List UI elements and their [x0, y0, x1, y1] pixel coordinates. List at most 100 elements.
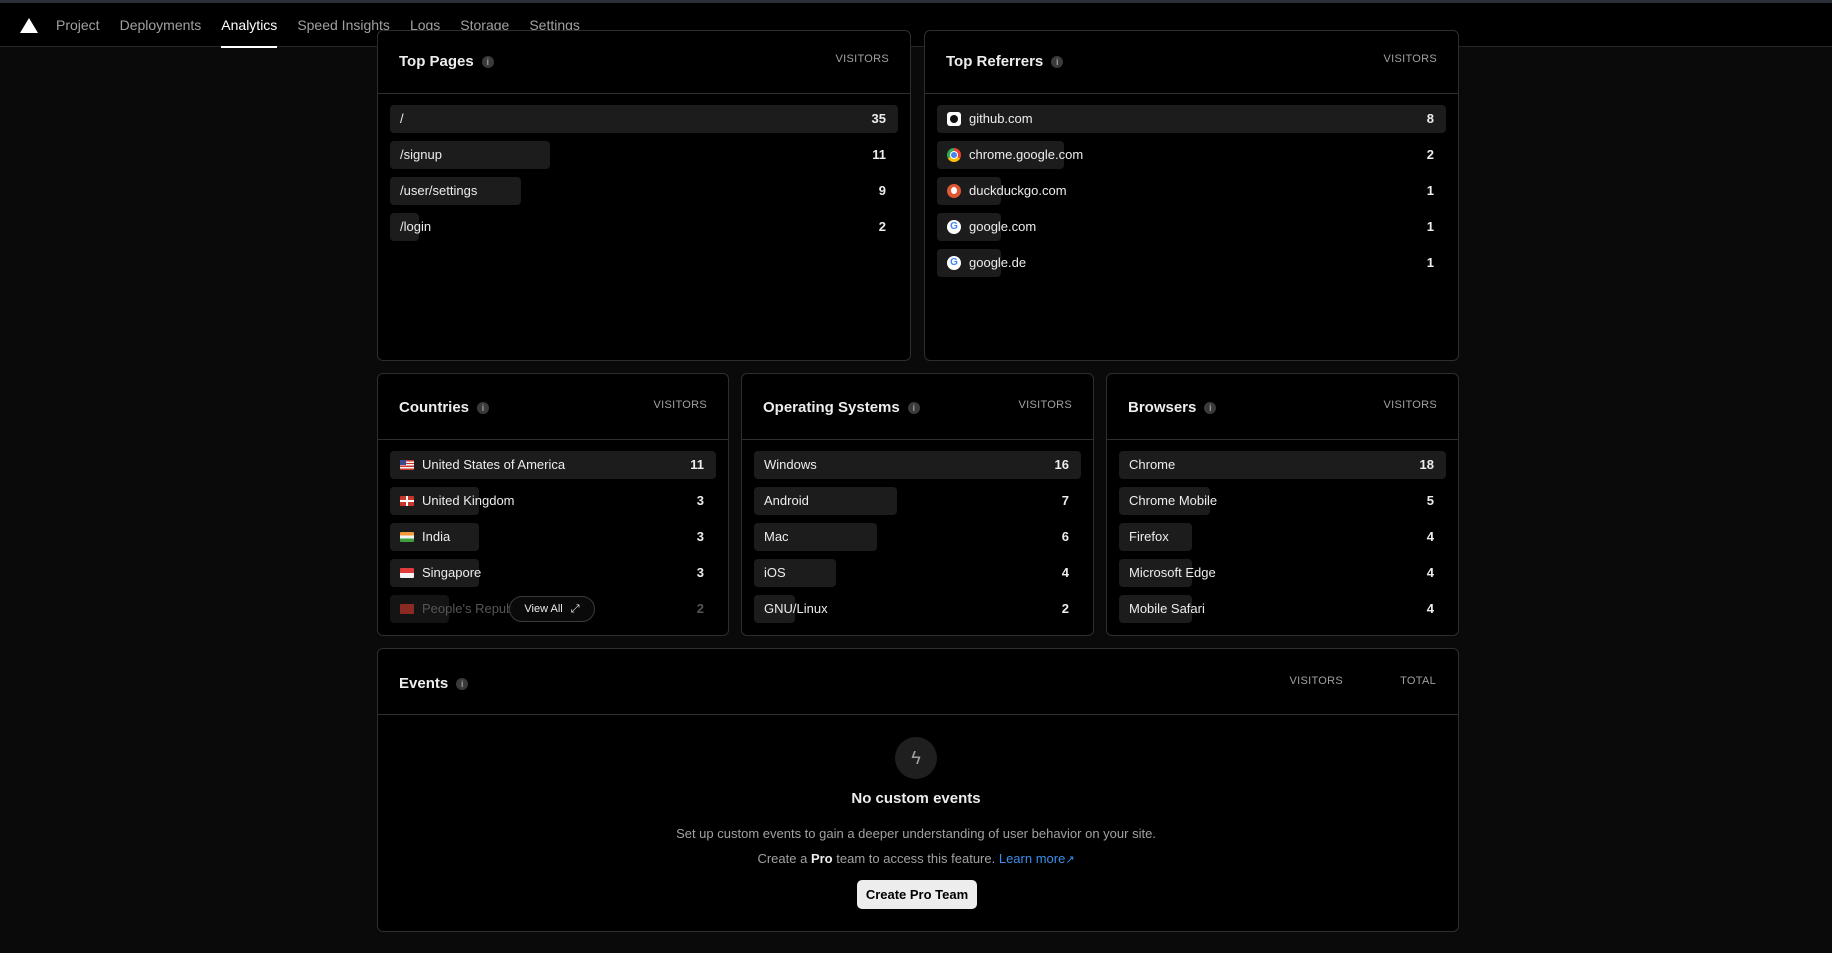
- google-favicon-icon: G: [947, 256, 961, 270]
- list-item[interactable]: India 3: [390, 523, 716, 551]
- list-item[interactable]: Mobile Safari 4: [1119, 595, 1446, 623]
- list-item-value: 4: [1426, 529, 1434, 544]
- list-item[interactable]: chrome.google.com 2: [937, 141, 1446, 169]
- country-name: United Kingdom: [422, 493, 515, 508]
- list-item[interactable]: Chrome Mobile 5: [1119, 487, 1446, 515]
- panel-title-text: Top Pages: [399, 53, 474, 70]
- view-all-label: View All: [524, 603, 563, 615]
- operating-systems-list: Windows 16 Android 7 Mac 6 iOS 4 GNU/Linux 2: [754, 451, 1081, 631]
- list-item[interactable]: Microsoft Edge 4: [1119, 559, 1446, 587]
- list-item-label: Firefox: [1129, 523, 1169, 551]
- panel-title-text: Countries: [399, 399, 470, 416]
- list-item[interactable]: /signup 11: [390, 141, 898, 169]
- list-item[interactable]: /user/settings 9: [390, 177, 898, 205]
- visitors-column-label: VISITORS: [1383, 399, 1437, 411]
- referrer-name: chrome.google.com: [969, 147, 1084, 162]
- list-item[interactable]: Mac 6: [754, 523, 1081, 551]
- expand-icon: ⤢: [570, 602, 580, 615]
- page-path: /signup: [400, 147, 442, 162]
- list-item[interactable]: Ggoogle.com 1: [937, 213, 1446, 241]
- panel-title: Operating Systems i: [763, 399, 920, 416]
- os-name: Mac: [764, 529, 789, 544]
- list-item[interactable]: iOS 4: [754, 559, 1081, 587]
- list-item-label: Windows: [764, 451, 817, 479]
- list-item-label: chrome.google.com: [947, 141, 1083, 169]
- panel-title: Events i: [399, 675, 469, 692]
- list-item[interactable]: Android 7: [754, 487, 1081, 515]
- list-item-label: iOS: [764, 559, 786, 587]
- list-item-label: People's Repub: [400, 595, 513, 623]
- list-item[interactable]: duckduckgo.com 1: [937, 177, 1446, 205]
- panel-title: Countries i: [399, 399, 490, 416]
- country-name: People's Repub: [422, 601, 514, 616]
- page-path: /: [400, 111, 404, 126]
- list-item-value: 1: [1426, 183, 1434, 198]
- country-name: United States of America: [422, 457, 566, 472]
- browser-name: Chrome Mobile: [1129, 493, 1218, 508]
- nav-analytics[interactable]: Analytics: [211, 3, 287, 48]
- list-item-label: github.com: [947, 105, 1033, 133]
- india-flag-icon: [400, 532, 414, 542]
- list-item[interactable]: Ggoogle.de 1: [937, 249, 1446, 277]
- panel-header: Events i VISITORS TOTAL: [378, 649, 1458, 715]
- info-icon[interactable]: i: [1204, 401, 1217, 414]
- list-item-value: 2: [696, 601, 704, 616]
- empty-state-title: No custom events: [851, 790, 981, 807]
- nav-deployments[interactable]: Deployments: [110, 3, 212, 47]
- learn-more-label: Learn more: [998, 851, 1066, 866]
- external-link-icon: ↗: [1065, 854, 1075, 866]
- list-item-label: India: [400, 523, 450, 551]
- list-item[interactable]: Singapore 3: [390, 559, 716, 587]
- list-item-value: 5: [1426, 493, 1434, 508]
- chrome-favicon-icon: [947, 148, 961, 162]
- create-pro-team-button[interactable]: Create Pro Team: [857, 880, 977, 909]
- list-item-label: Chrome: [1129, 451, 1175, 479]
- google-favicon-icon: G: [947, 220, 961, 234]
- page-path: /user/settings: [400, 183, 478, 198]
- os-name: iOS: [764, 565, 786, 580]
- list-item[interactable]: /login 2: [390, 213, 898, 241]
- page-path: /login: [400, 219, 432, 234]
- list-item-label: Microsoft Edge: [1129, 559, 1216, 587]
- list-item[interactable]: Chrome 18: [1119, 451, 1446, 479]
- browsers-panel: Browsers i VISITORS Chrome 18 Chrome Mobil…: [1106, 373, 1459, 636]
- referrer-name: duckduckgo.com: [969, 183, 1067, 198]
- list-item-label: /login: [400, 213, 431, 241]
- referrer-name: google.com: [969, 219, 1037, 234]
- list-item-value: 16: [1054, 457, 1069, 472]
- vercel-logo-icon[interactable]: [20, 18, 38, 33]
- os-name: Windows: [764, 457, 817, 472]
- info-icon[interactable]: i: [1051, 55, 1064, 68]
- list-item[interactable]: github.com 8: [937, 105, 1446, 133]
- panel-header: Top Pages i VISITORS: [378, 31, 910, 94]
- list-item-label: Mobile Safari: [1129, 595, 1205, 623]
- list-item-value: 4: [1426, 601, 1434, 616]
- china-flag-icon: [400, 604, 414, 614]
- list-item-value: 3: [696, 493, 704, 508]
- info-icon[interactable]: i: [456, 677, 469, 690]
- list-item[interactable]: United Kingdom 3: [390, 487, 716, 515]
- pro-word: Pro: [810, 851, 833, 866]
- top-pages-list: / 35 /signup 11 /user/settings 9 /login 2: [390, 105, 898, 249]
- referrer-name: github.com: [969, 111, 1033, 126]
- list-item-label: /user/settings: [400, 177, 477, 205]
- list-item-value: 11: [872, 147, 886, 162]
- nav-project[interactable]: Project: [46, 3, 110, 47]
- visitors-column-label: VISITORS: [653, 399, 707, 411]
- list-item[interactable]: United States of America 11: [390, 451, 716, 479]
- list-item[interactable]: GNU/Linux 2: [754, 595, 1081, 623]
- list-item-value: 2: [1426, 147, 1434, 162]
- panel-header: Countries i VISITORS: [378, 374, 728, 440]
- info-icon[interactable]: i: [477, 401, 490, 414]
- info-icon[interactable]: i: [481, 55, 494, 68]
- list-item[interactable]: Firefox 4: [1119, 523, 1446, 551]
- list-item-value: 4: [1426, 565, 1434, 580]
- panel-title: Browsers i: [1128, 399, 1217, 416]
- list-item[interactable]: Windows 16: [754, 451, 1081, 479]
- list-item-value: 2: [1061, 601, 1069, 616]
- view-all-countries-button[interactable]: View All ⤢: [509, 596, 595, 622]
- info-icon[interactable]: i: [907, 401, 920, 414]
- list-item[interactable]: / 35: [390, 105, 898, 133]
- list-item-value: 11: [690, 457, 704, 472]
- learn-more-link[interactable]: Learn more↗: [999, 851, 1075, 866]
